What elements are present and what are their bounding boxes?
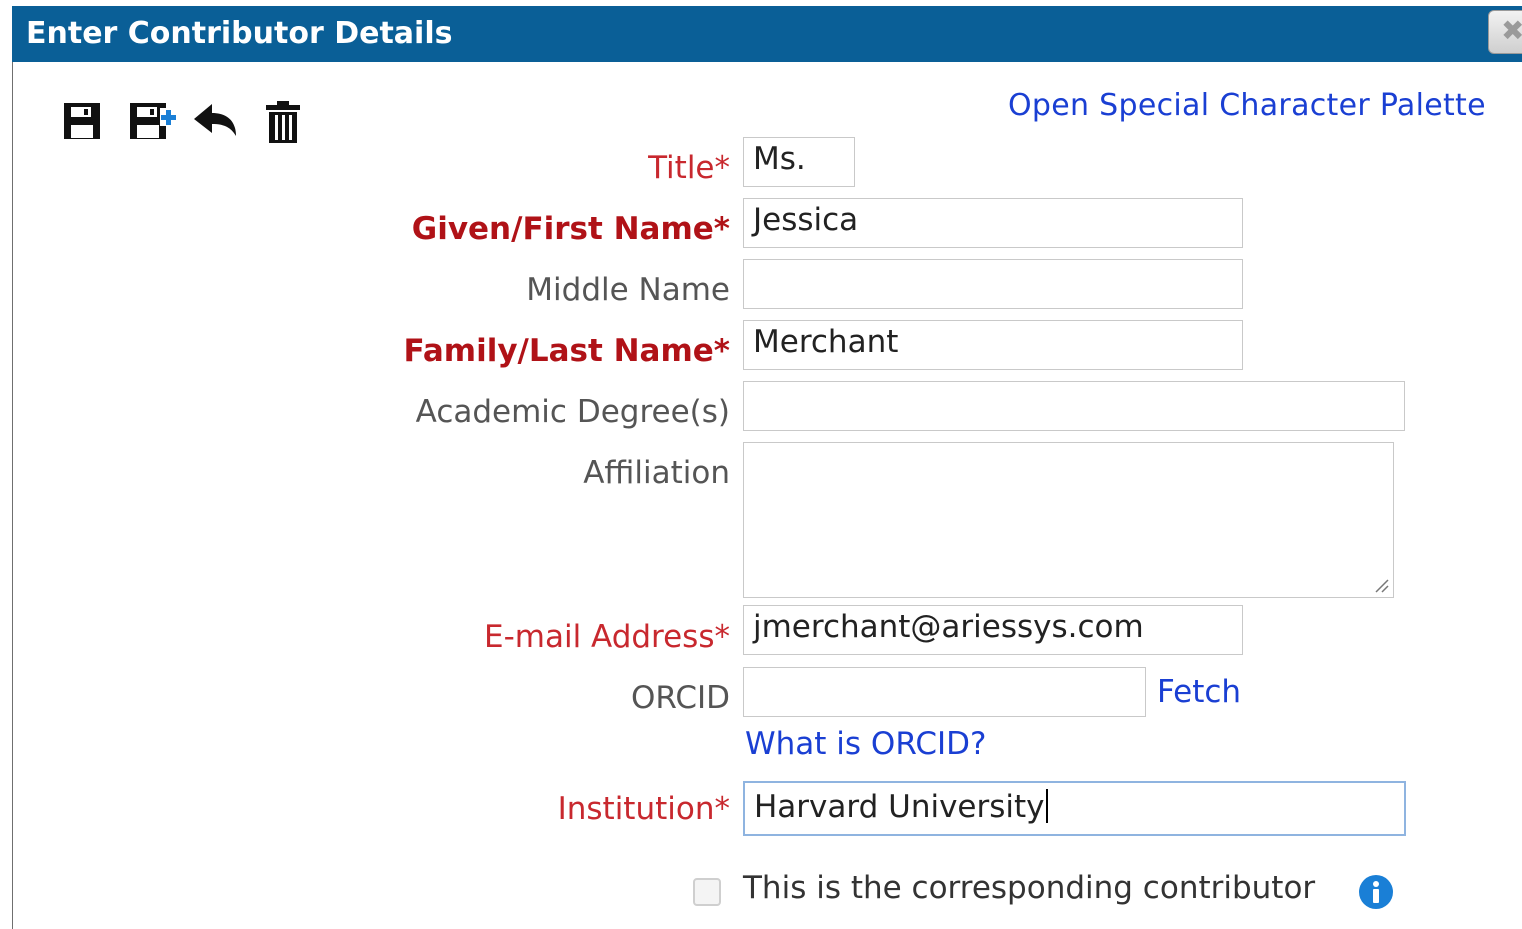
title-label: Title* [648, 150, 730, 186]
dialog-title: Enter Contributor Details [26, 16, 453, 51]
academic-degrees-field[interactable] [743, 381, 1405, 431]
institution-field[interactable]: Harvard University [743, 781, 1406, 836]
affiliation-label: Affiliation [583, 455, 730, 491]
title-field[interactable]: Ms. [743, 137, 855, 187]
info-icon[interactable] [1358, 874, 1394, 914]
orcid-fetch-link[interactable]: Fetch [1157, 674, 1241, 710]
close-button[interactable]: ✖ [1488, 10, 1522, 54]
save-and-add-icon[interactable] [128, 100, 180, 146]
corresponding-contributor-label: This is the corresponding contributor [743, 870, 1316, 906]
special-character-palette-link[interactable]: Open Special Character Palette [1008, 88, 1486, 123]
email-label: E-mail Address* [483, 619, 730, 655]
corresponding-contributor-checkbox[interactable] [693, 878, 721, 906]
resize-grip-icon[interactable] [1373, 577, 1389, 593]
institution-value: Harvard University [754, 789, 1045, 825]
what-is-orcid-link[interactable]: What is ORCID? [745, 726, 986, 762]
dialog-titlebar: Enter Contributor Details [12, 6, 1522, 62]
middle-name-label: Middle Name [526, 272, 730, 308]
middle-name-field[interactable] [743, 259, 1243, 309]
trash-icon[interactable] [264, 100, 302, 148]
academic-degrees-label: Academic Degree(s) [415, 394, 730, 430]
given-name-field[interactable]: Jessica [743, 198, 1243, 248]
email-field[interactable]: jmerchant@ariessys.com [743, 605, 1243, 655]
save-icon[interactable] [62, 100, 102, 146]
given-name-label: Given/First Name* [411, 211, 730, 247]
affiliation-textarea[interactable] [743, 442, 1394, 598]
text-caret [1045, 789, 1048, 823]
orcid-field[interactable] [743, 667, 1146, 717]
undo-icon[interactable] [192, 100, 238, 146]
family-name-label: Family/Last Name* [403, 333, 731, 369]
orcid-label: ORCID [630, 680, 730, 716]
family-name-field[interactable]: Merchant [743, 320, 1243, 370]
institution-label: Institution* [557, 791, 730, 827]
